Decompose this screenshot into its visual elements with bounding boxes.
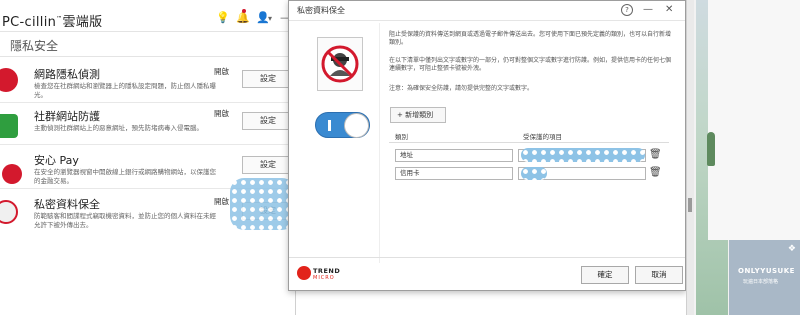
section-divider: [0, 56, 296, 57]
notification-dot: [242, 9, 246, 13]
feature-name: 社群網站防護: [34, 110, 100, 123]
data-theft-icon: [317, 37, 363, 91]
app-title: PC-cillin™雲端版: [2, 11, 102, 30]
social-network-settings-button[interactable]: 設定: [242, 112, 294, 130]
feature-description: 在安全的瀏覽器視窗中開啟線上銀行或網路購物網站，以保護您的金融交易。: [34, 168, 216, 185]
feature-name: 安心 Pay: [34, 154, 79, 167]
section-title: 隱私安全: [10, 39, 59, 53]
data-theft-icon: [0, 200, 18, 224]
ok-button[interactable]: 確定: [581, 266, 629, 284]
background-scrollbar-thumb[interactable]: [688, 198, 692, 212]
background-window-blank: [708, 0, 800, 240]
category-cell-credit-card[interactable]: 信用卡: [395, 167, 513, 180]
feature-status: 開啟: [214, 67, 229, 76]
toggle-on-indicator: [328, 120, 331, 131]
table-header-divider: [389, 142, 669, 143]
app-title-suffix: 雲端版: [62, 15, 103, 30]
note-paragraph: 注意：為確保安全防護，請勿提供完整的文字或數字。: [389, 85, 534, 92]
pay-guard-icon: [2, 164, 22, 184]
feature-description: 主動偵測社群網站上的惡意網址，預先防堵病毒入侵電腦。: [34, 124, 203, 132]
watermark-line1: ONLYYUSUKE: [738, 267, 795, 275]
toggle-knob[interactable]: [344, 113, 369, 138]
dialog-title-divider: [289, 20, 685, 21]
help-icon[interactable]: ?: [621, 4, 633, 16]
data-theft-dialog: 私密資料保全 ? — ✕ 阻止受保護的資料傳送到網頁或透過電子郵件傳送出去。您可…: [288, 0, 686, 291]
logo-text-trend: TREND: [313, 267, 341, 275]
header-divider: [0, 31, 296, 32]
dialog-footer-divider: [289, 257, 685, 258]
blog-watermark: ❖ ONLYYUSUKE 玩遍日本部落格: [729, 240, 800, 315]
lightbulb-icon[interactable]: 💡: [216, 11, 230, 24]
dialog-vertical-divider: [379, 23, 380, 263]
pay-guard-settings-button[interactable]: 設定: [242, 156, 294, 174]
feature-description: 檢查您在社群網站和瀏覽器上的隱私設定問題，防止個人隱私曝光。: [34, 82, 216, 99]
background-scrollbar-track[interactable]: [686, 0, 694, 315]
trend-micro-swoosh-icon: [297, 266, 311, 280]
column-header-protected-item: 受保護的項目: [523, 133, 562, 141]
intro-paragraph: 阻止受保護的資料傳送到網頁或透過電子郵件傳送出去。您可使用下面已預先定義的類別，…: [389, 31, 672, 46]
delete-credit-card-trash-icon[interactable]: 🗑: [649, 167, 662, 178]
trend-micro-logo: TREND MICRO: [297, 265, 347, 283]
main-window: PC-cillin™雲端版 💡 🔔 👤 ▾ — 隱私安全 網路隱私偵測 檢查您在…: [0, 0, 296, 315]
dialog-title: 私密資料保全: [297, 6, 345, 15]
category-cell-address[interactable]: 地址: [395, 149, 513, 162]
dialog-close-button[interactable]: ✕: [665, 4, 673, 15]
watermark-corner-icon: ❖: [787, 244, 796, 254]
background-tree: [707, 132, 715, 166]
user-menu-chevron-icon[interactable]: ▾: [268, 14, 272, 23]
add-category-button[interactable]: + 新增類別: [390, 107, 446, 123]
dialog-minimize-button[interactable]: —: [643, 4, 653, 15]
highlight-annotation: [230, 178, 296, 230]
privacy-scanner-settings-button[interactable]: 設定: [242, 70, 294, 88]
feature-divider: [0, 102, 296, 103]
feature-divider: [0, 144, 296, 145]
redaction-annotation: [521, 167, 547, 180]
social-network-icon: [0, 114, 18, 138]
thief-prohibited-icon: [321, 45, 359, 83]
app-title-name: PC-cillin: [2, 15, 57, 30]
redaction-annotation: [521, 148, 645, 162]
cancel-button[interactable]: 取消: [635, 266, 683, 284]
watermark-line2: 玩遍日本部落格: [743, 279, 779, 285]
protection-toggle[interactable]: [315, 112, 370, 138]
feature-status: 開啟: [214, 197, 229, 206]
logo-text-micro: MICRO: [313, 275, 335, 281]
feature-name: 網路隱私偵測: [34, 68, 100, 81]
example-paragraph: 在以下清單中僅列出文字或數字的一部分，仍可對整個文字或數字進行防護。例如，提供信…: [389, 57, 672, 72]
feature-description: 防範駭客和間諜程式竊取機密資料，並防止您的個人資料在未經允許下被外傳出去。: [34, 212, 216, 229]
privacy-scanner-icon: [0, 68, 18, 92]
feature-name: 私密資料保全: [34, 198, 100, 211]
delete-address-trash-icon[interactable]: 🗑: [649, 149, 662, 160]
feature-status: 開啟: [214, 109, 229, 118]
column-header-category: 類別: [395, 133, 408, 141]
